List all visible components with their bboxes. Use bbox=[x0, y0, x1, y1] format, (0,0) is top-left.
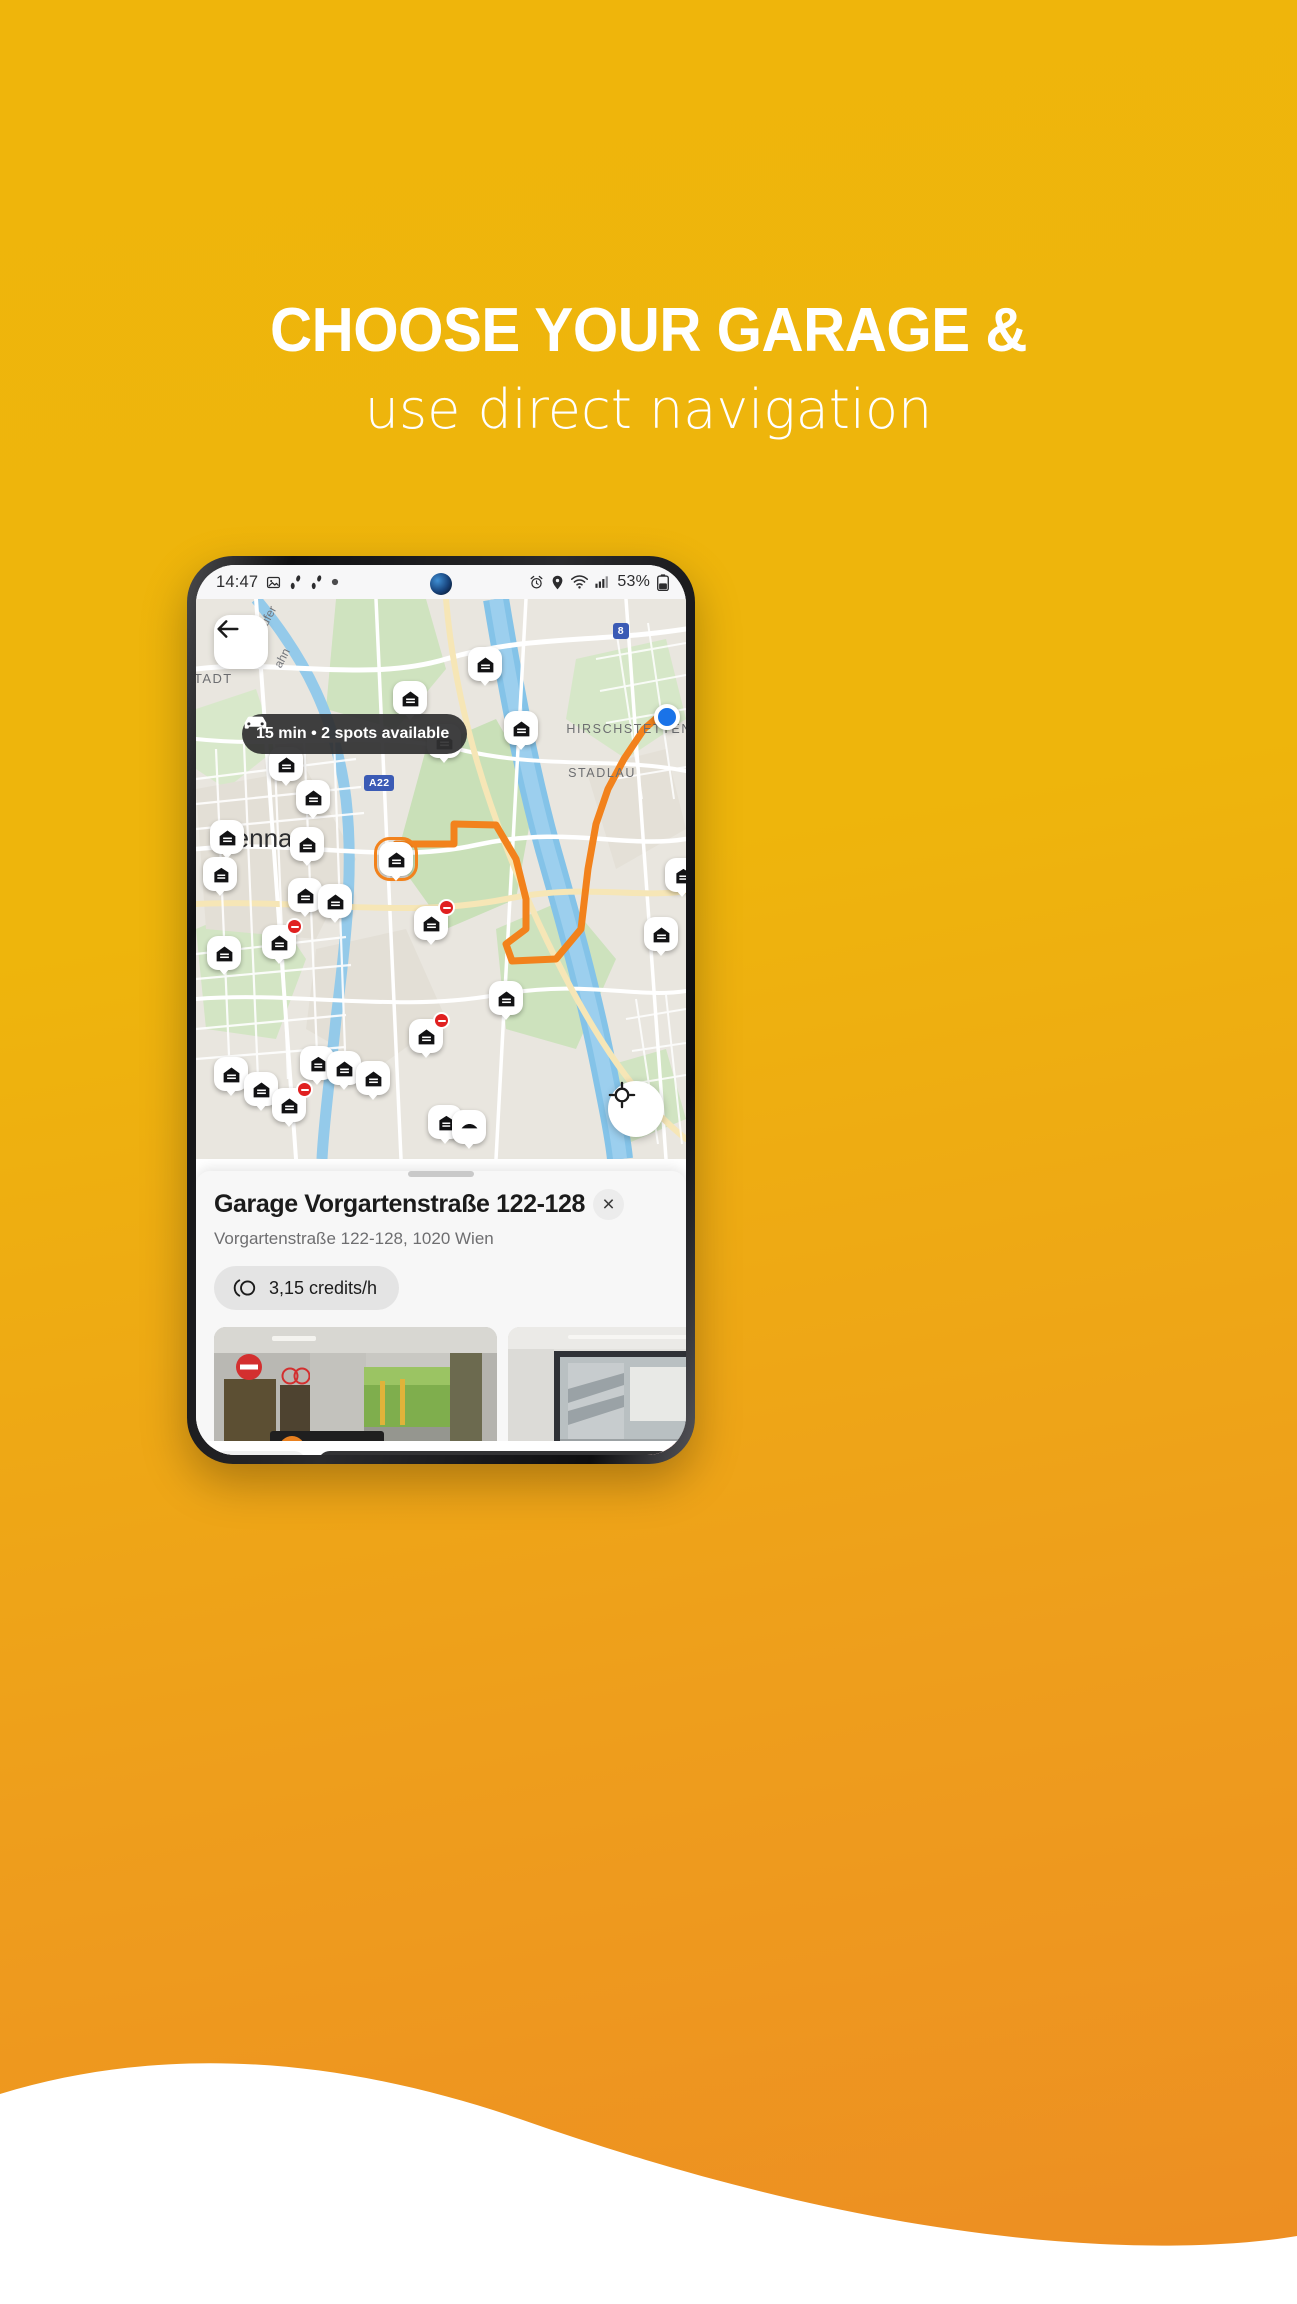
price-text: 3,15 credits/h bbox=[269, 1277, 378, 1298]
garage-pin[interactable] bbox=[489, 981, 523, 1015]
background-wave bbox=[0, 2063, 1297, 2304]
action-bar: Route Reserve Free for 30 minutes bbox=[196, 1441, 686, 1455]
garage-pin-full[interactable] bbox=[409, 1012, 450, 1053]
road-shield-a22: A22 bbox=[364, 775, 395, 791]
garage-pin-full[interactable] bbox=[414, 899, 455, 940]
alarm-icon bbox=[530, 575, 543, 588]
image-icon bbox=[267, 576, 281, 588]
price-chip: 3,15 credits/h bbox=[214, 1266, 400, 1310]
garage-pin[interactable] bbox=[452, 1110, 486, 1144]
unavailable-badge bbox=[433, 1012, 450, 1029]
garage-pin[interactable] bbox=[214, 1057, 248, 1091]
status-time: 14:47 bbox=[216, 572, 259, 591]
credits-icon bbox=[233, 1279, 256, 1297]
sheet-header: Garage Vorgartenstraße 122-128 × bbox=[196, 1177, 686, 1220]
promo-subheadline: use direct navigation bbox=[364, 378, 933, 441]
phone-screen: 14:47 53% Vienna TADT HIRSCHSTETTEN STAD… bbox=[196, 565, 686, 1455]
footsteps-icon bbox=[312, 574, 322, 589]
unavailable-badge bbox=[286, 918, 303, 935]
close-button[interactable]: × bbox=[593, 1189, 625, 1220]
front-camera bbox=[430, 573, 452, 595]
garage-address: Vorgartenstraße 122-128, 1020 Wien bbox=[214, 1229, 494, 1248]
battery-icon bbox=[657, 573, 669, 591]
status-bar-left: 14:47 bbox=[216, 573, 339, 592]
promo-text-block: CHOOSE YOUR GARAGE & use direct navigati… bbox=[0, 296, 1297, 441]
status-bar: 14:47 53% bbox=[196, 565, 686, 599]
garage-pin[interactable] bbox=[290, 827, 324, 861]
garage-title: Garage Vorgartenstraße 122-128 bbox=[214, 1190, 586, 1218]
garage-photo[interactable]: PAYUCA SMART PARKING bbox=[214, 1327, 497, 1455]
garage-pin[interactable] bbox=[644, 917, 678, 951]
garage-entrance-photo: PAYUCA SMART PARKING bbox=[214, 1327, 497, 1455]
garage-interior-photo bbox=[508, 1327, 686, 1455]
route-info-tooltip: 15 min • 2 spots available bbox=[242, 714, 468, 754]
garage-photo-gallery[interactable]: PAYUCA SMART PARKING bbox=[196, 1310, 686, 1455]
garage-photo[interactable] bbox=[508, 1327, 686, 1455]
garage-pin[interactable] bbox=[665, 858, 686, 892]
signal-bars-icon bbox=[595, 576, 609, 588]
car-icon bbox=[244, 716, 267, 729]
unavailable-badge bbox=[296, 1081, 313, 1098]
garage-pin-selected[interactable] bbox=[374, 837, 418, 881]
unavailable-badge bbox=[438, 899, 455, 916]
battery-percent: 53% bbox=[617, 573, 650, 590]
garage-detail-sheet: Garage Vorgartenstraße 122-128 × Vorgart… bbox=[196, 1171, 686, 1455]
garage-pin[interactable] bbox=[288, 878, 322, 912]
road-shield-8: 8 bbox=[612, 623, 629, 639]
phone-device-frame: 14:47 53% Vienna TADT HIRSCHSTETTEN STAD… bbox=[187, 556, 695, 1464]
map-canvas[interactable]: Vienna TADT HIRSCHSTETTEN STADLAU ufer a… bbox=[196, 599, 686, 1159]
promo-headline: CHOOSE YOUR GARAGE & bbox=[270, 296, 1027, 365]
dot-icon bbox=[332, 578, 339, 586]
wifi-icon bbox=[571, 575, 589, 589]
garage-pin[interactable] bbox=[318, 884, 352, 918]
location-pin-icon bbox=[553, 575, 563, 589]
route-button[interactable]: Route bbox=[214, 1451, 306, 1455]
back-arrow-icon bbox=[217, 620, 239, 638]
garage-pin[interactable] bbox=[393, 681, 427, 715]
garage-pin[interactable] bbox=[468, 647, 502, 681]
garage-pin-full[interactable] bbox=[272, 1081, 313, 1122]
garage-pin[interactable] bbox=[504, 711, 538, 745]
footsteps-icon bbox=[291, 574, 301, 589]
garage-pin[interactable] bbox=[296, 780, 330, 814]
garage-pin[interactable] bbox=[203, 857, 237, 891]
locate-me-button[interactable] bbox=[608, 1081, 664, 1137]
crosshair-icon bbox=[608, 1081, 636, 1109]
status-bar-right: 53% bbox=[529, 573, 669, 591]
tooltip-text: 15 min • 2 spots available bbox=[256, 725, 450, 742]
garage-pin[interactable] bbox=[356, 1061, 390, 1095]
close-icon: × bbox=[602, 1193, 615, 1216]
back-button[interactable] bbox=[214, 615, 268, 669]
destination-marker bbox=[654, 704, 680, 730]
reserve-button[interactable]: Reserve Free for 30 minutes bbox=[318, 1451, 672, 1455]
garage-pin[interactable] bbox=[207, 936, 241, 970]
garage-pin-full[interactable] bbox=[262, 918, 303, 959]
garage-pin[interactable] bbox=[210, 820, 244, 854]
